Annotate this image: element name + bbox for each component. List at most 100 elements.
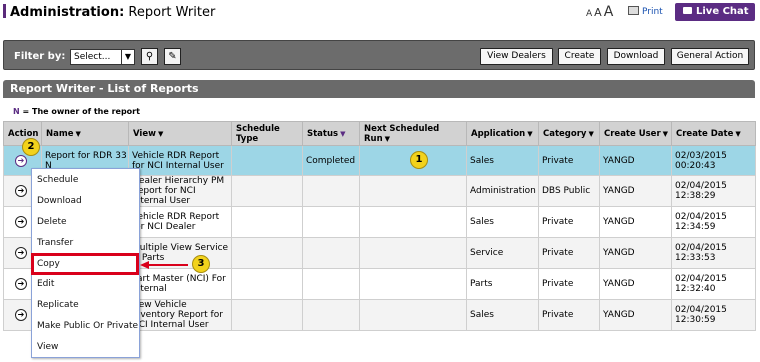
font-medium-button[interactable]: A [594,6,602,19]
application-cell: Sales [466,206,539,238]
category-cell: Private [538,237,600,269]
user-cell: YANGD [599,206,672,238]
next-run-cell [359,299,467,331]
sort-icon: ▼ [588,129,594,138]
col-application[interactable]: Application ▼ [466,121,539,146]
next-run-cell [359,237,467,269]
menu-item-download[interactable]: Download [37,196,82,206]
filter-select[interactable]: Select... ▼ [70,49,135,65]
view-cell: Vehicle RDR Report for NCI Dealer [128,206,232,238]
menu-item-replicate[interactable]: Replicate [37,300,79,310]
arrow-left-icon [140,261,188,269]
user-cell: YANGD [599,268,672,300]
owner-legend: N = The owner of the report [3,103,755,121]
sort-icon: ▼ [662,129,669,138]
status-cell [302,268,360,300]
action-menu-icon[interactable]: ➔ [15,309,27,321]
callout-badge-1: 1 [410,151,428,169]
filter-label: Filter by: [14,51,66,62]
status-cell [302,299,360,331]
sort-icon: ▼ [340,129,346,138]
user-cell: YANGD [599,299,672,331]
menu-item-schedule[interactable]: Schedule [37,175,78,185]
page-title: Administration: Report Writer [3,4,215,21]
view-cell: Part Master (NCI) For Internal [128,268,232,300]
create-button[interactable]: Create [558,48,601,65]
date-cell: 02/03/2015 00:20:43 [671,145,756,176]
schedule-cell [231,299,303,331]
col-view[interactable]: View ▼ [128,121,232,146]
printer-icon [628,6,639,15]
date-cell: 02/04/2015 12:38:29 [671,175,756,207]
application-cell: Sales [466,145,539,176]
status-cell [302,206,360,238]
status-cell: Completed [302,145,360,176]
broom-icon: ✎ [168,51,177,62]
print-link[interactable]: Print [628,6,663,17]
panel-title: Report Writer - List of Reports [3,80,755,98]
action-menu-icon[interactable]: ➔ [15,278,27,290]
sort-icon: ▼ [384,134,391,143]
clear-filter-button[interactable]: ✎ [164,48,181,65]
menu-item-transfer[interactable]: Transfer [37,238,73,248]
date-cell: 02/04/2015 12:32:40 [671,268,756,300]
print-label: Print [642,7,663,17]
user-cell: YANGD [599,145,672,176]
application-cell: Service [466,237,539,269]
col-create-date[interactable]: Create Date ▼ [671,121,756,146]
col-schedule-type: Schedule Type [231,121,303,146]
callout-badge-2: 2 [22,138,40,156]
action-menu-icon[interactable]: ➔ [15,216,27,228]
action-menu-icon[interactable]: ➔ [15,154,27,167]
chevron-down-icon: ▼ [121,50,134,64]
font-size-controls: AAA [586,4,615,20]
action-menu-icon[interactable]: ➔ [15,247,27,259]
category-cell: DBS Public [538,175,600,207]
filter-toolbar: Filter by: Select... ▼ ⚲ ✎ View Dealers C… [3,40,755,70]
application-cell: Sales [466,299,539,331]
col-status[interactable]: Status ▼ [302,121,360,146]
category-cell: Private [538,299,600,331]
copy-highlight-box [31,253,139,275]
col-category[interactable]: Category ▼ [538,121,600,146]
menu-item-edit[interactable]: Edit [37,279,54,289]
sort-icon: ▼ [75,129,81,138]
view-cell: Vehicle RDR Report for NCI Internal User [128,145,232,176]
view-dealers-button[interactable]: View Dealers [480,48,553,65]
date-cell: 02/04/2015 12:33:53 [671,237,756,269]
download-button[interactable]: Download [607,48,665,65]
filter-select-value: Select... [74,52,111,62]
col-name[interactable]: Name ▼ [41,121,129,146]
category-cell: Private [538,206,600,238]
next-run-cell [359,206,467,238]
date-cell: 02/04/2015 12:34:59 [671,206,756,238]
live-chat-button[interactable]: Live Chat [675,3,755,21]
menu-item-delete[interactable]: Delete [37,217,67,227]
status-cell [302,237,360,269]
schedule-cell [231,206,303,238]
search-button[interactable]: ⚲ [141,48,158,65]
general-action-button[interactable]: General Action [671,48,749,65]
view-cell: Dealer Hierarchy PM Report for NCI Inter… [128,175,232,207]
col-create-user[interactable]: Create User ▼ [599,121,672,146]
sort-icon: ▼ [735,129,741,138]
owner-marker: N [13,107,20,116]
table-header-row: Action Name ▼ View ▼ Schedule Type Status ▼… [3,121,756,146]
title-accent-bar [3,4,6,18]
section-label: Administration: [10,5,125,20]
date-cell: 02/04/2015 12:30:59 [671,299,756,331]
action-menu-icon[interactable]: ➔ [15,185,27,197]
view-cell: New Vehicle Inventory Report for NCI Int… [128,299,232,331]
next-run-cell [359,175,467,207]
callout-badge-3: 3 [192,255,210,273]
sort-icon: ▼ [527,129,533,138]
font-large-button[interactable]: A [604,4,614,20]
font-small-button[interactable]: A [586,9,592,19]
category-cell: Private [538,145,600,176]
menu-item-view[interactable]: View [37,342,58,352]
col-next-scheduled-run[interactable]: Next Scheduled Run ▼ [359,121,467,146]
menu-item-make-public-or-private[interactable]: Make Public Or Private [37,321,138,331]
user-cell: YANGD [599,175,672,207]
application-cell: Administration [466,175,539,207]
live-chat-label: Live Chat [696,6,749,17]
